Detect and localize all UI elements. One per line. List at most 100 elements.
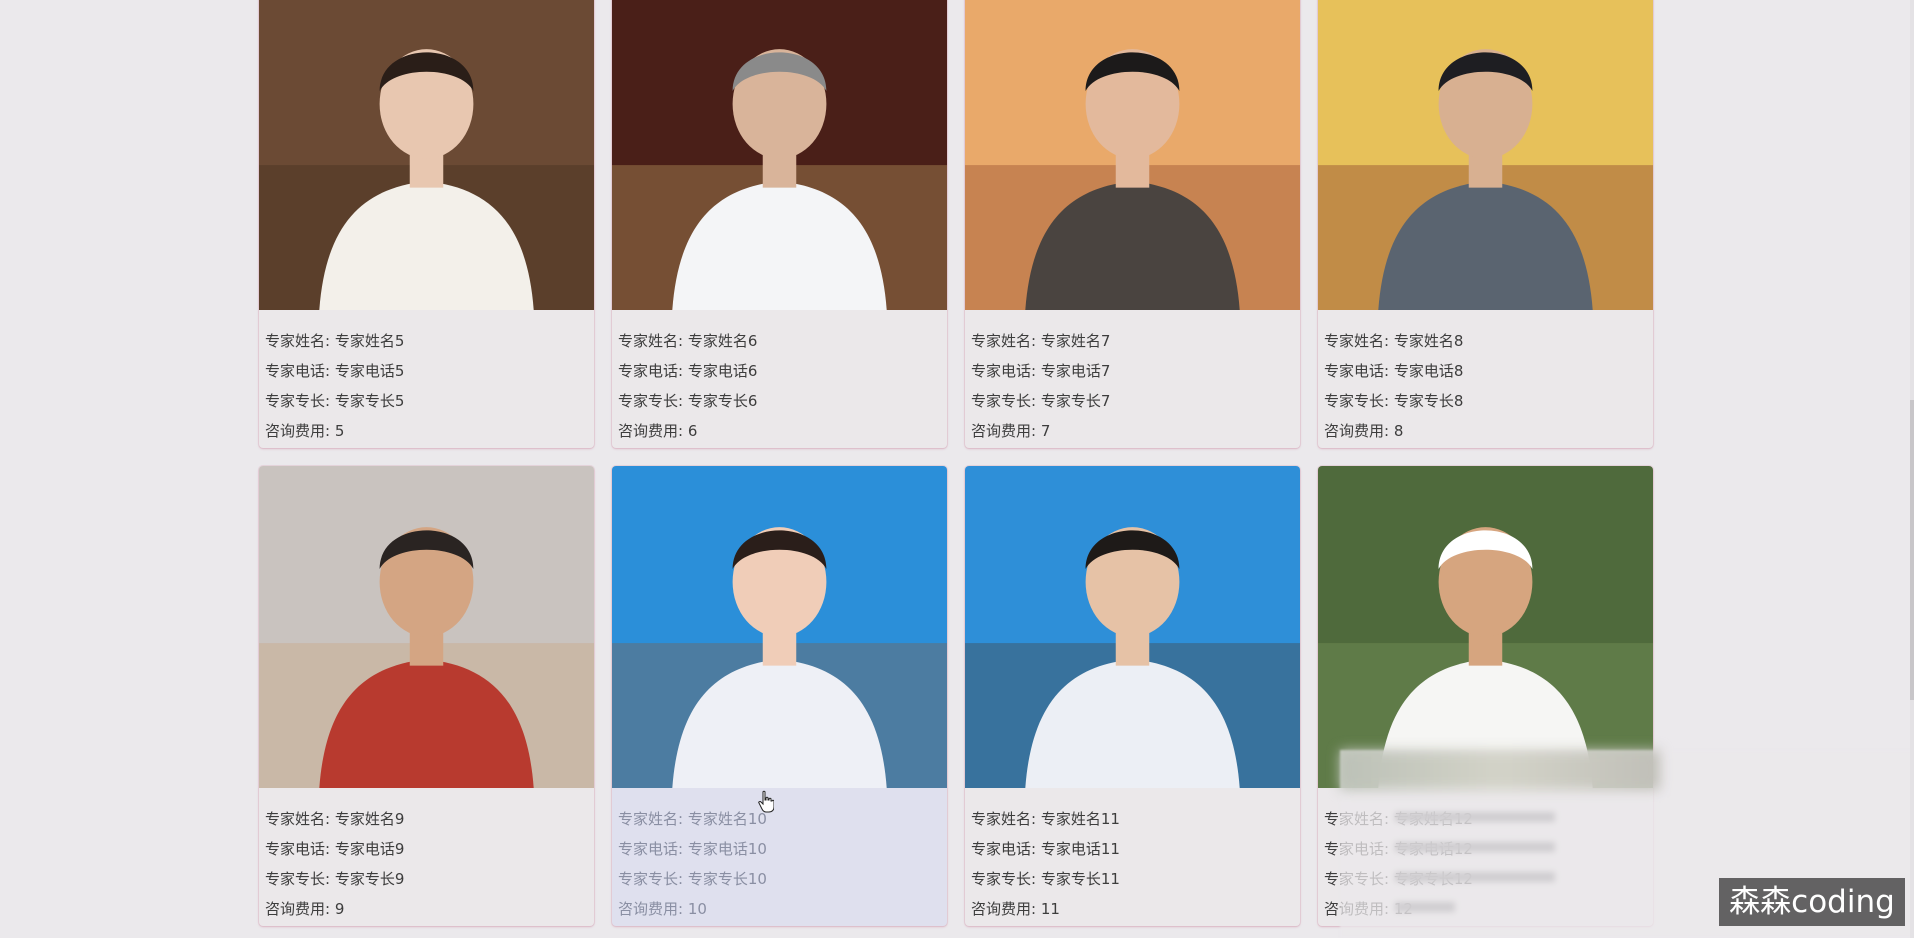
expert-phone-value: 专家电话11: [1040, 840, 1120, 858]
expert-info: 专家姓名: 专家姓名10 专家电话: 专家电话10 专家专长: 专家专长10 咨询费用…: [612, 788, 947, 924]
expert-specialty-label: 专家专长: [971, 870, 1032, 888]
expert-photo[interactable]: [965, 466, 1300, 788]
expert-photo[interactable]: [612, 0, 947, 310]
expert-name-value: 专家姓名5: [334, 332, 405, 350]
expert-name-label: 专家姓名: [1324, 332, 1385, 350]
expert-info: 专家姓名: 专家姓名11 专家电话: 专家电话11 专家专长: 专家专长11 咨询费用…: [965, 788, 1300, 924]
expert-specialty-row: 专家专长: 专家专长6: [618, 392, 758, 410]
expert-name-row: 专家姓名: 专家姓名5: [265, 332, 405, 350]
expert-phone-value: 专家电话8: [1393, 362, 1464, 380]
expert-phone-row: 专家电话: 专家电话11: [971, 840, 1120, 858]
expert-specialty-row: 专家专长: 专家专长5: [265, 392, 405, 410]
expert-phone-value: 专家电话7: [1040, 362, 1111, 380]
consult-fee-label: 咨询费用: [618, 422, 679, 440]
expert-specialty-value: 专家专长5: [334, 392, 405, 410]
expert-card[interactable]: 专家姓名: 专家姓名10 专家电话: 专家电话10 专家专长: 专家专长10 咨询费用…: [612, 466, 947, 926]
expert-specialty-label: 专家专长: [1324, 392, 1385, 410]
expert-specialty-row: 专家专长: 专家专长9: [265, 870, 405, 888]
consult-fee-label: 咨询费用: [1324, 422, 1385, 440]
expert-phone-row: 专家电话: 专家电话6: [618, 362, 758, 380]
consult-fee-label: 咨询费用: [265, 422, 326, 440]
expert-card[interactable]: 专家姓名: 专家姓名8 专家电话: 专家电话8 专家专长: 专家专长8 咨询费用: 8: [1318, 0, 1653, 448]
expert-phone-label: 专家电话: [265, 840, 326, 858]
mouse-pointer-icon: [758, 790, 774, 813]
consult-fee-row: 咨询费用: 6: [618, 422, 698, 440]
watermark: 森森coding: [1719, 878, 1905, 926]
consult-fee-label: 咨询费用: [971, 900, 1032, 918]
expert-name-value: 专家姓名10: [687, 810, 767, 828]
consult-fee-value: 9: [334, 900, 345, 918]
consult-fee-row: 咨询费用: 8: [1324, 422, 1404, 440]
expert-name-row: 专家姓名: 专家姓名11: [971, 810, 1120, 828]
expert-specialty-label: 专家专长: [618, 870, 679, 888]
expert-specialty-label: 专家专长: [265, 392, 326, 410]
consult-fee-row: 咨询费用: 11: [971, 900, 1060, 918]
expert-specialty-value: 专家专长6: [687, 392, 758, 410]
expert-specialty-value: 专家专长7: [1040, 392, 1111, 410]
consult-fee-label: 咨询费用: [618, 900, 679, 918]
expert-info: 专家姓名: 专家姓名7 专家电话: 专家电话7 专家专长: 专家专长7 咨询费用: 7: [965, 310, 1300, 446]
expert-card[interactable]: 专家姓名: 专家姓名6 专家电话: 专家电话6 专家专长: 专家专长6 咨询费用: 6: [612, 0, 947, 448]
expert-phone-label: 专家电话: [618, 362, 679, 380]
expert-phone-label: 专家电话: [1324, 362, 1385, 380]
expert-name-row: 专家姓名: 专家姓名9: [265, 810, 405, 828]
consult-fee-row: 咨询费用: 7: [971, 422, 1051, 440]
expert-photo[interactable]: [612, 466, 947, 788]
expert-specialty-label: 专家专长: [971, 392, 1032, 410]
expert-name-label: 专家姓名: [265, 810, 326, 828]
consult-fee-label: 咨询费用: [265, 900, 326, 918]
expert-photo[interactable]: [259, 0, 594, 310]
expert-phone-value: 专家电话10: [687, 840, 767, 858]
consult-fee-value: 10: [687, 900, 707, 918]
expert-name-row: 专家姓名: 专家姓名10: [618, 810, 767, 828]
expert-name-label: 专家姓名: [618, 810, 679, 828]
expert-phone-label: 专家电话: [618, 840, 679, 858]
expert-phone-row: 专家电话: 专家电话5: [265, 362, 405, 380]
expert-specialty-value: 专家专长11: [1040, 870, 1120, 888]
consult-fee-value: 6: [687, 422, 698, 440]
expert-info: 专家姓名: 专家姓名6 专家电话: 专家电话6 专家专长: 专家专长6 咨询费用: 6: [612, 310, 947, 446]
expert-phone-row: 专家电话: 专家电话10: [618, 840, 767, 858]
expert-photo[interactable]: [259, 466, 594, 788]
consult-fee-value: 8: [1393, 422, 1404, 440]
expert-name-row: 专家姓名: 专家姓名8: [1324, 332, 1464, 350]
expert-phone-value: 专家电话9: [334, 840, 405, 858]
expert-phone-row: 专家电话: 专家电话9: [265, 840, 405, 858]
expert-photo[interactable]: [1318, 0, 1653, 310]
expert-specialty-row: 专家专长: 专家专长11: [971, 870, 1120, 888]
expert-info: 专家姓名: 专家姓名5 专家电话: 专家电话5 专家专长: 专家专长5 咨询费用: 5: [259, 310, 594, 446]
expert-name-label: 专家姓名: [618, 332, 679, 350]
expert-name-row: 专家姓名: 专家姓名7: [971, 332, 1111, 350]
expert-name-label: 专家姓名: [971, 810, 1032, 828]
expert-card[interactable]: 专家姓名: 专家姓名7 专家电话: 专家电话7 专家专长: 专家专长7 咨询费用: 7: [965, 0, 1300, 448]
expert-name-value: 专家姓名11: [1040, 810, 1120, 828]
consult-fee-value: 7: [1040, 422, 1051, 440]
expert-name-value: 专家姓名6: [687, 332, 758, 350]
scrollbar-thumb[interactable]: [1910, 400, 1914, 700]
expert-name-label: 专家姓名: [971, 332, 1032, 350]
expert-specialty-label: 专家专长: [618, 392, 679, 410]
expert-phone-label: 专家电话: [265, 362, 326, 380]
expert-card[interactable]: 专家姓名: 专家姓名9 专家电话: 专家电话9 专家专长: 专家专长9 咨询费用: 9: [259, 466, 594, 926]
scrollbar[interactable]: [1910, 0, 1914, 938]
expert-card[interactable]: 专家姓名: 专家姓名5 专家电话: 专家电话5 专家专长: 专家专长5 咨询费用: 5: [259, 0, 594, 448]
expert-name-row: 专家姓名: 专家姓名6: [618, 332, 758, 350]
consult-fee-value: 11: [1040, 900, 1060, 918]
expert-card[interactable]: 专家姓名: 专家姓名11 专家电话: 专家电话11 专家专长: 专家专长11 咨询费用…: [965, 466, 1300, 926]
expert-specialty-row: 专家专长: 专家专长7: [971, 392, 1111, 410]
expert-specialty-label: 专家专长: [265, 870, 326, 888]
expert-name-value: 专家姓名9: [334, 810, 405, 828]
consult-fee-row: 咨询费用: 9: [265, 900, 345, 918]
expert-photo[interactable]: [1318, 466, 1653, 788]
expert-info: 专家姓名: 专家姓名9 专家电话: 专家电话9 专家专长: 专家专长9 咨询费用: 9: [259, 788, 594, 924]
expert-specialty-value: 专家专长9: [334, 870, 405, 888]
expert-photo[interactable]: [965, 0, 1300, 310]
expert-specialty-row: 专家专长: 专家专长10: [618, 870, 767, 888]
expert-specialty-row: 专家专长: 专家专长8: [1324, 392, 1464, 410]
expert-phone-value: 专家电话5: [334, 362, 405, 380]
expert-phone-label: 专家电话: [971, 362, 1032, 380]
consult-fee-value: 5: [334, 422, 345, 440]
consult-fee-row: 咨询费用: 10: [618, 900, 707, 918]
expert-phone-row: 专家电话: 专家电话8: [1324, 362, 1464, 380]
consult-fee-label: 咨询费用: [971, 422, 1032, 440]
